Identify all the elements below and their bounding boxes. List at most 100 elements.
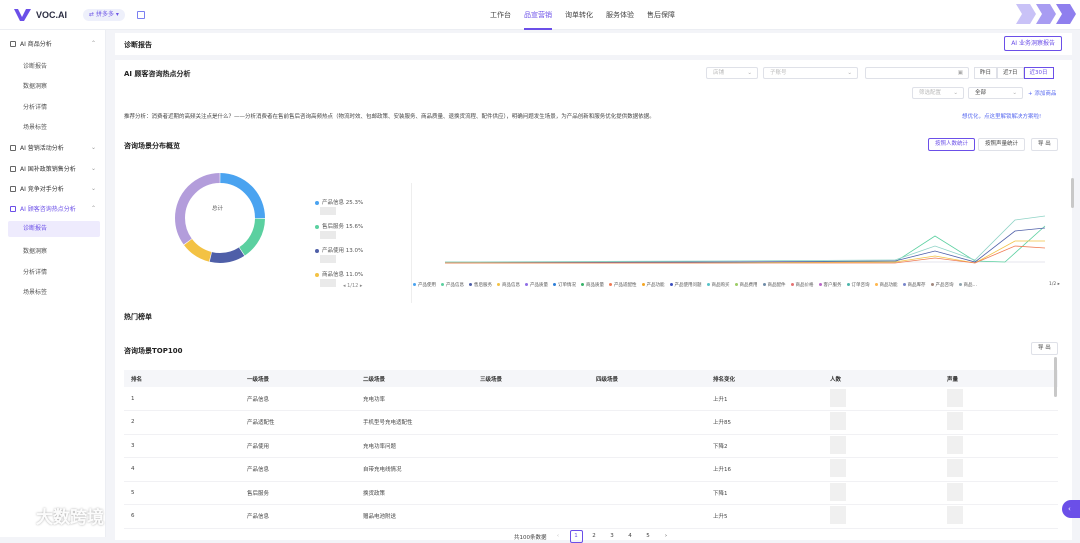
ai-report-button[interactable]: AI 业务洞察报告 <box>1004 36 1062 51</box>
nav-item[interactable]: 服务体验 <box>606 0 634 30</box>
range-7d[interactable]: 近7日 <box>997 67 1024 79</box>
cell-level1: 产品信息 <box>240 457 356 482</box>
series-legend-item[interactable]: 商品功能 <box>874 282 898 288</box>
table-row[interactable]: 3 产品使用 充电功率问题 下降2 <box>124 434 1058 458</box>
series-legend-item[interactable]: 售后服务 <box>469 282 492 288</box>
series-legend-item[interactable]: 商品价格 <box>790 282 814 288</box>
series-legend-item[interactable]: 产品质量 <box>525 282 548 288</box>
sidebar-item-report-active[interactable]: 诊断报告 <box>8 221 100 237</box>
series-legend-item[interactable]: 商品配件 <box>762 282 786 288</box>
series-legend-dot <box>553 283 556 286</box>
series-legend-dot <box>902 283 906 286</box>
series-legend-item[interactable]: 产品功能 <box>641 282 665 288</box>
range-30d[interactable]: 近30日 <box>1023 67 1054 79</box>
sidebar-item-insight-2[interactable]: 数据洞察 <box>23 246 47 255</box>
sidebar-item-tags-2[interactable]: 场景标签 <box>23 287 47 296</box>
cell-level1: 产品信息 <box>240 504 356 529</box>
legend-item[interactable]: 售后服务 15.6% <box>315 222 363 230</box>
table-body: 1 产品信息 充电功率 上升1 2 产品适配性 手机型号充电适配性 上升85 3 产品使用 充电功率… <box>124 387 1058 529</box>
account-select[interactable]: 子账号 ⌄ <box>763 67 858 79</box>
cell-rank: 5 <box>124 481 240 505</box>
series-legend-item[interactable]: 商品购买 <box>706 282 730 288</box>
watermark-logo-icon <box>12 506 30 525</box>
legend-pager[interactable]: ◂ 1/12 ▸ <box>343 283 362 289</box>
scope-select[interactable]: 全部 ⌄ <box>968 87 1023 99</box>
cell-level3 <box>473 410 589 435</box>
store-select[interactable]: 店铺 ⌄ <box>706 67 758 79</box>
sidebar-group-marketing[interactable]: AI 营销活动分析 ⌄ <box>10 143 96 152</box>
legend-dot <box>315 272 319 277</box>
cell-volume-masked <box>940 410 1058 435</box>
sidebar-item-insight[interactable]: 数据洞察 <box>23 81 47 90</box>
shop-name: 拼多多 <box>95 11 114 18</box>
cell-level2: 手机型号充电适配性 <box>356 410 473 435</box>
range-yesterday[interactable]: 昨日 <box>974 67 998 79</box>
scope-select-value: 全部 <box>975 90 987 96</box>
table-row[interactable]: 1 产品信息 充电功率 上升1 <box>124 387 1058 411</box>
series-legend-pager[interactable]: 1/2 ▸ <box>1049 282 1060 287</box>
range-toggle: 昨日 近7日 近30日 <box>974 67 1054 79</box>
series-legend-dot <box>497 283 500 286</box>
add-product-link[interactable]: + 添加商品 <box>1028 89 1056 97</box>
series-legend-item[interactable]: 订单咨询 <box>846 282 870 288</box>
nav-item[interactable]: 品宣营销 <box>524 0 552 30</box>
sidebar-item-detail[interactable]: 分析详情 <box>23 102 47 111</box>
solution-link[interactable]: 想优化，点这里解锁解决方案啦! <box>962 112 1041 120</box>
nav-item[interactable]: 工作台 <box>490 0 511 30</box>
series-legend-item[interactable]: 订单情况 <box>553 282 576 288</box>
series-legend-item[interactable]: 商品… <box>958 282 977 288</box>
cell-rank: 6 <box>124 504 240 529</box>
apps-grid-icon[interactable] <box>137 11 145 19</box>
count-by-people-button[interactable]: 按照人数统计 <box>928 138 976 151</box>
series-legend-dot <box>930 283 934 286</box>
sidebar-group-subsidy[interactable]: AI 国补政策销售分析 ⌄ <box>10 164 96 173</box>
series-legend-dot <box>706 283 710 286</box>
series-legend-item[interactable]: 客户服务 <box>818 282 842 288</box>
table-row[interactable]: 2 产品适配性 手机型号充电适配性 上升85 <box>124 410 1058 435</box>
sidebar-item-tags[interactable]: 场景标签 <box>23 122 47 131</box>
table-row[interactable]: 5 售后服务 换货政策 下降1 <box>124 481 1058 505</box>
series-legend-item[interactable]: 产品咨询 <box>930 282 954 288</box>
collapse-float-button[interactable]: ‹ <box>1062 500 1080 518</box>
logo[interactable]: VOC.AI <box>14 9 67 21</box>
watermark: 大数跨境 <box>10 503 104 528</box>
col-level2: 二级场景 <box>356 370 473 387</box>
legend-value-masked <box>320 231 336 239</box>
page-scrollbar[interactable] <box>1071 178 1074 208</box>
series-legend-item[interactable]: 产品信息 <box>441 282 464 288</box>
sidebar-item-report[interactable]: 诊断报告 <box>23 61 47 70</box>
series-legend-item[interactable]: 产品使用问题 <box>669 282 702 288</box>
series-legend-item[interactable]: 商品信息 <box>497 282 520 288</box>
shop-selector[interactable]: ⇄ 拼多多 ▾ <box>83 9 125 21</box>
table-row[interactable]: 4 产品信息 自带充电线情况 上升16 <box>124 457 1058 482</box>
legend-value-masked <box>320 207 336 215</box>
trend-series-3 <box>444 227 1046 264</box>
legend-item[interactable]: 商品信息 11.0% <box>315 270 363 278</box>
sidebar-group-product[interactable]: AI 商品分析 ⌃ <box>10 39 96 48</box>
voc-logo-icon <box>14 9 31 21</box>
cell-volume-masked <box>940 387 1058 411</box>
legend-item[interactable]: 产品使用 13.0% <box>315 246 363 254</box>
series-legend-item[interactable]: 商品库存 <box>902 282 926 288</box>
table-scrollbar[interactable] <box>1054 357 1057 397</box>
export-top100-button[interactable]: 导 出 <box>1031 342 1058 355</box>
legend-item[interactable]: 产品信息 25.3% <box>315 198 363 206</box>
cell-rank-change: 上升16 <box>706 457 823 482</box>
nav-item[interactable]: 售后保障 <box>647 0 675 30</box>
nav-item[interactable]: 询单转化 <box>565 0 593 30</box>
filter-config-select[interactable]: 筛选配置 ⌄ <box>912 87 964 99</box>
sidebar-group-competitor[interactable]: AI 竞争对手分析 ⌄ <box>10 184 96 193</box>
series-legend-item[interactable]: 产品使用 <box>413 282 436 288</box>
date-range-input[interactable]: ▣ <box>865 67 969 79</box>
sidebar-item-detail-2[interactable]: 分析详情 <box>23 267 47 276</box>
series-legend-item[interactable]: 商品费用 <box>734 282 758 288</box>
sidebar-group-label: AI 商品分析 <box>20 41 52 48</box>
count-by-volume-button[interactable]: 按照声量统计 <box>978 138 1026 151</box>
series-legend-item[interactable]: 产品适配性 <box>609 282 637 288</box>
export-distribution-button[interactable]: 导 出 <box>1031 138 1058 151</box>
table-row[interactable]: 6 产品信息 赠品电池附送 上升5 <box>124 504 1058 529</box>
series-legend-dot <box>525 283 528 286</box>
cell-people-masked <box>823 434 940 458</box>
sidebar-group-consult[interactable]: AI 顾客咨询热点分析 ⌃ <box>10 204 96 213</box>
series-legend-item[interactable]: 商品质量 <box>581 282 604 288</box>
